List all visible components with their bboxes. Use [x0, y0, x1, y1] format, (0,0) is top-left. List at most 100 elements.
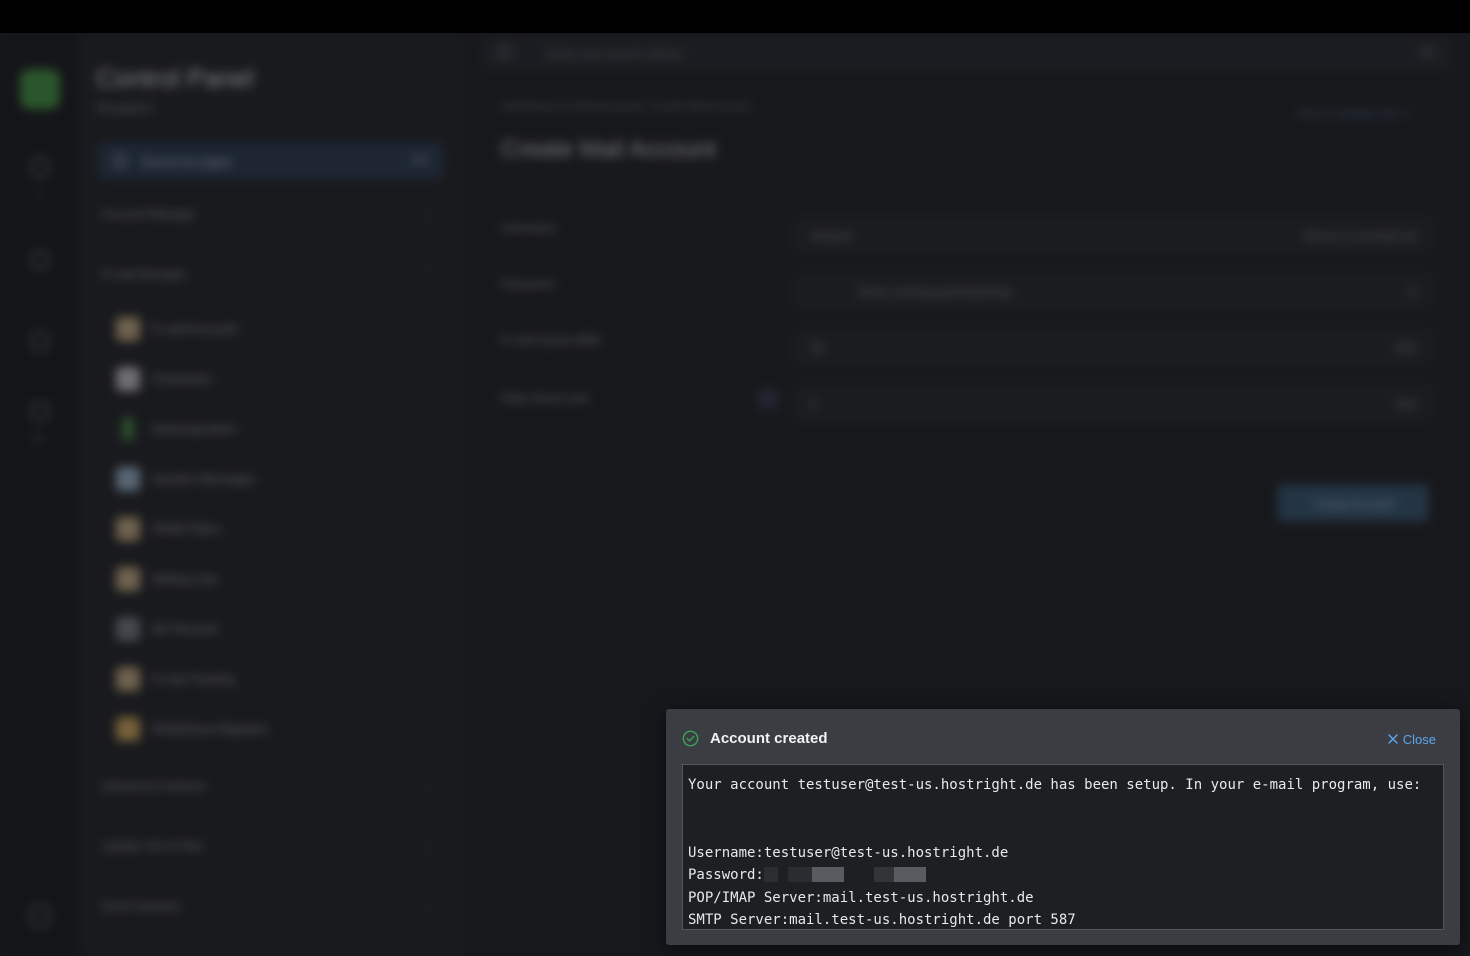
- dialog-title: Account created: [710, 730, 828, 747]
- shortcut-hint: ⌘K: [411, 155, 430, 167]
- smtp-line: SMTP Server:mail.test-us.hostright.de po…: [688, 912, 1076, 928]
- close-x-icon: [1388, 734, 1398, 744]
- vacation-icon: [116, 467, 140, 491]
- section-account-manager[interactable]: Account Manager ⌄: [102, 207, 437, 221]
- help-link[interactable]: How to manage mail ↗: [1297, 107, 1410, 120]
- sidebar-item-mailing-lists[interactable]: Mailing Lists: [116, 563, 436, 595]
- close-button[interactable]: Close: [1388, 730, 1436, 748]
- chevron-down-icon: ⌄: [422, 779, 433, 793]
- sidebar-item-label: SPAM Filters: [152, 522, 222, 536]
- setup-line: Your account testuser@test-us.hostright.…: [688, 777, 1422, 793]
- section-label: Update Info & Files: [102, 839, 205, 853]
- search-icon: [497, 45, 511, 59]
- sidebar-title: Control Panel: [96, 63, 254, 93]
- sidebar-search[interactable]: Search for pages ⌘K: [98, 143, 443, 179]
- username-label: Username: [501, 221, 557, 235]
- section-email-manager[interactable]: E-mail Manager ⌃: [102, 267, 437, 281]
- quota-field[interactable]: 50 MBs: [793, 329, 1433, 365]
- chevron-down-icon: ⌄: [422, 207, 433, 221]
- global-search[interactable]: Enter your search criteria ⌘K: [481, 35, 1451, 71]
- rail-caption-2: Me: [32, 433, 46, 443]
- chevron-down-icon: ⌄: [422, 839, 433, 853]
- redacted-password: [763, 866, 926, 882]
- send-limit-value: 0: [810, 397, 817, 411]
- section-update-info[interactable]: Update Info & Files ⌄: [102, 839, 437, 853]
- sidebar-item-migration[interactable]: DKIM/Sieve Migration: [116, 713, 436, 745]
- sidebar-item-spam-filters[interactable]: SPAM Filters: [116, 513, 436, 545]
- breadcrumb[interactable]: Dashboard / E-Mail Accounts / Create Mai…: [501, 101, 750, 113]
- search-icon: [113, 154, 127, 168]
- quota-unit: MBs: [1394, 341, 1418, 355]
- close-label: Close: [1402, 731, 1436, 747]
- sidebar-item-autoresponders[interactable]: Autoresponders: [116, 413, 436, 445]
- user-icon[interactable]: [30, 401, 50, 421]
- globe-icon[interactable]: [30, 250, 50, 270]
- username-value: testuser: [810, 229, 853, 243]
- account-details-textarea[interactable]: Your account testuser@test-us.hostright.…: [682, 764, 1444, 930]
- mailing-list-icon: [116, 567, 140, 591]
- page-title: Create Mail Account: [501, 136, 716, 163]
- migration-icon: [116, 717, 140, 741]
- pop-imap-line: POP/IMAP Server:mail.test-us.hostright.d…: [688, 889, 1034, 906]
- send-limit-field[interactable]: 0 Max: [793, 385, 1433, 421]
- password-placeholder: Enter a strong generated key: [858, 285, 1013, 299]
- send-limit-toggle[interactable]: [757, 388, 779, 410]
- password-line-label: Password:: [688, 867, 764, 883]
- shortcut-hint: ⌘K: [1418, 47, 1437, 59]
- sidebar-item-email-tracking[interactable]: E-mail Tracking: [116, 663, 436, 695]
- regenerate-icon[interactable]: ⟳: [1408, 285, 1418, 299]
- home-icon[interactable]: [30, 157, 50, 177]
- chevron-up-icon: ⌃: [422, 267, 433, 281]
- sidebar-item-label: Mailing Lists: [152, 572, 219, 586]
- sidebar: Control Panel Navigation Search for page…: [78, 33, 463, 956]
- icon-rail: A Me: [0, 33, 78, 956]
- password-line: Password:: [688, 864, 1438, 887]
- sidebar-search-label: Search for pages: [141, 155, 233, 169]
- domain-suffix: @test-us.hostright.de: [1303, 229, 1418, 243]
- sidebar-item-forwarders[interactable]: Forwarders: [116, 363, 436, 395]
- password-field[interactable]: Enter a strong generated key ⟳: [793, 273, 1433, 309]
- create-account-button[interactable]: Create Account: [1278, 485, 1428, 521]
- divider: [501, 175, 1426, 176]
- sidebar-item-label: MX Records: [152, 622, 219, 636]
- create-account-label: Create Account: [1312, 497, 1396, 511]
- section-label: Extra Features: [102, 899, 181, 913]
- email-tracking-icon: [116, 667, 140, 691]
- section-label: Account Manager: [102, 207, 197, 221]
- quota-value: 50: [810, 341, 824, 355]
- global-search-placeholder: Enter your search criteria: [547, 47, 682, 61]
- chevron-down-icon: ⌄: [422, 899, 433, 913]
- check-circle-icon: [682, 730, 699, 747]
- app-logo[interactable]: [20, 69, 60, 109]
- sidebar-item-label: E-mail Accounts: [152, 322, 239, 336]
- spam-filter-icon: [116, 517, 140, 541]
- sidebar-item-vacation[interactable]: Vacation Messages: [116, 463, 436, 495]
- sidebar-item-email-accounts[interactable]: E-mail Accounts: [116, 313, 436, 345]
- logout-icon[interactable]: [30, 906, 50, 926]
- sidebar-item-label: Vacation Messages: [152, 472, 256, 486]
- sidebar-item-label: Autoresponders: [152, 422, 237, 436]
- settings-icon[interactable]: [30, 331, 50, 351]
- autoresponders-icon: [122, 417, 134, 441]
- send-limit-label: Daily Send Limit: [501, 391, 588, 405]
- sidebar-item-label: E-mail Tracking: [152, 672, 235, 686]
- sidebar-item-mx-records[interactable]: MX Records: [116, 613, 436, 645]
- forwarders-icon: [116, 367, 140, 391]
- send-limit-max: Max: [1395, 397, 1418, 411]
- section-extra-features[interactable]: Extra Features ⌄: [102, 899, 437, 913]
- username-field[interactable]: testuser @test-us.hostright.de: [793, 217, 1433, 253]
- window-top-bar: [0, 0, 1470, 33]
- section-label: Advanced Features: [102, 779, 207, 793]
- sidebar-item-label: Forwarders: [152, 372, 213, 386]
- quota-label: E-mail Quota (MB): [501, 333, 601, 347]
- email-accounts-icon: [116, 317, 140, 341]
- sidebar-item-label: DKIM/Sieve Migration: [152, 722, 269, 736]
- section-advanced-features[interactable]: Advanced Features ⌄: [102, 779, 437, 793]
- account-created-dialog: Account created Close Your account testu…: [666, 709, 1460, 945]
- password-label: Password: [501, 277, 554, 291]
- mx-records-icon: [116, 617, 140, 641]
- section-label: E-mail Manager: [102, 267, 187, 281]
- username-line: Username:testuser@test-us.hostright.de: [688, 844, 1009, 861]
- rail-caption-1: A: [35, 189, 42, 199]
